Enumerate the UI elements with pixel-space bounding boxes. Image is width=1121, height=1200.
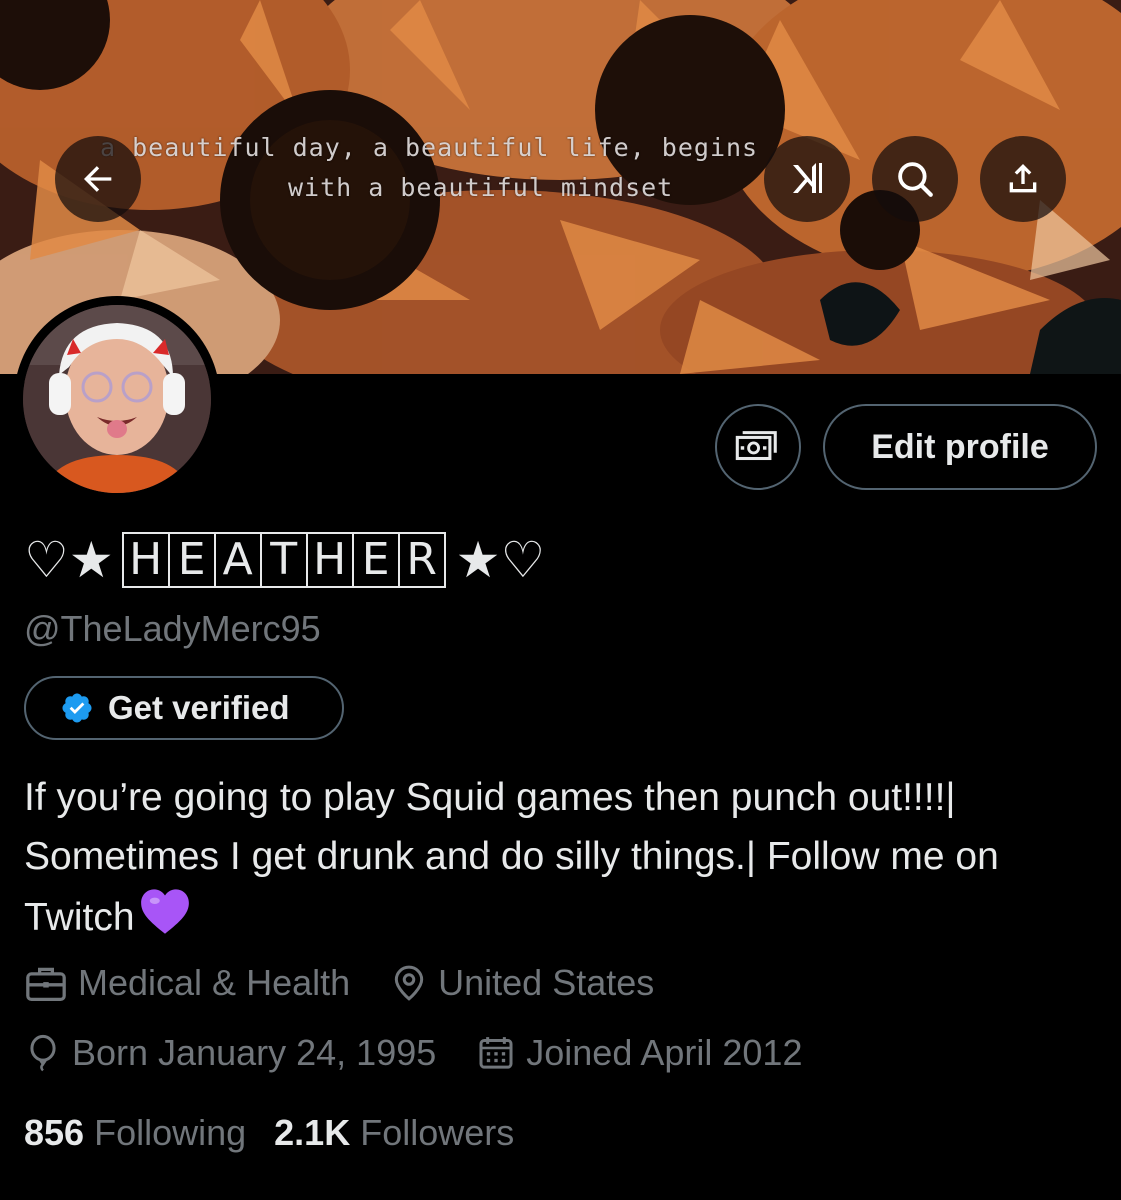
avatar-photo (23, 305, 211, 493)
back-button[interactable] (55, 136, 141, 222)
name-letter: R (397, 532, 446, 588)
share-button[interactable] (980, 136, 1066, 222)
name-letter: A (213, 532, 262, 588)
purple-heart-icon (137, 886, 193, 953)
user-handle: @TheLadyMerc95 (24, 608, 321, 649)
bio: If you’re going to play Squid games then… (24, 768, 1094, 953)
verified-badge-icon (62, 693, 92, 723)
following-link[interactable]: 856 Following (24, 1112, 246, 1154)
followers-link[interactable]: 2.1K Followers (274, 1112, 514, 1154)
name-prefix: ♡★ (24, 531, 114, 589)
avatar[interactable] (14, 296, 220, 502)
grok-button[interactable] (764, 136, 850, 222)
followers-count: 2.1K (274, 1112, 351, 1153)
arrow-left-icon (84, 166, 112, 192)
profile-meta-row: Born January 24, 1995 Joined April 2012 (24, 1032, 802, 1074)
search-button[interactable] (872, 136, 958, 222)
subscriptions-button[interactable] (715, 404, 801, 490)
search-icon (898, 162, 933, 197)
calendar-icon (479, 1037, 513, 1069)
name-letter: E (351, 532, 400, 588)
followers-label: Followers (360, 1112, 515, 1153)
name-letter: H (305, 532, 354, 588)
joined-text: Joined April 2012 (526, 1032, 803, 1073)
birthday-item: Born January 24, 1995 (24, 1032, 436, 1074)
avatar-image (23, 305, 211, 493)
category-text: Medical & Health (78, 962, 351, 1003)
following-count: 856 (24, 1112, 85, 1153)
briefcase-icon (26, 967, 66, 1001)
name-letter: T (259, 532, 308, 588)
name-suffix: ★♡ (455, 531, 546, 589)
category-item: Medical & Health (24, 962, 350, 1004)
name-letters: H E A T H E R (121, 532, 446, 588)
get-verified-label: Get verified (108, 689, 290, 726)
name-letter: E (167, 532, 216, 588)
share-icon (1009, 164, 1037, 193)
edit-profile-button[interactable]: Edit profile (823, 404, 1097, 490)
follow-stats: 856 Following 2.1K Followers (24, 1112, 514, 1154)
profile-meta-row: Medical & Health United States (24, 962, 654, 1004)
get-verified-button[interactable]: Get verified (24, 676, 344, 740)
location-item: United States (390, 962, 654, 1004)
joined-item: Joined April 2012 (476, 1032, 802, 1074)
grok-icon (793, 163, 822, 193)
birthday-text: Born January 24, 1995 (72, 1032, 437, 1073)
display-name: ♡★ H E A T H E R ★♡ (24, 528, 545, 592)
balloon-icon (30, 1034, 56, 1072)
following-label: Following (94, 1112, 247, 1153)
location-pin-icon (394, 965, 424, 1001)
money-icon (735, 431, 777, 461)
name-letter: H (121, 532, 170, 588)
location-text: United States (438, 962, 655, 1003)
